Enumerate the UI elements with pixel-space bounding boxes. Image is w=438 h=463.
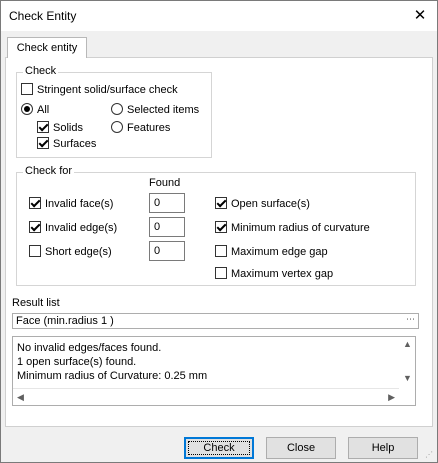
solids-checkbox[interactable] <box>37 121 49 133</box>
check-for-legend: Check for <box>23 165 75 177</box>
all-radio-option[interactable]: All <box>21 103 49 116</box>
check-for-group: Check for Found Invalid face(s) 0 Invali… <box>16 165 416 286</box>
results-text: No invalid edges/faces found. 1 open sur… <box>17 341 207 383</box>
solids-label: Solids <box>53 122 83 134</box>
invalid-edges-checkbox[interactable] <box>29 221 41 233</box>
results-textbox[interactable]: No invalid edges/faces found. 1 open sur… <box>12 336 416 406</box>
open-surfaces-label: Open surface(s) <box>231 198 310 210</box>
short-edges-found-field[interactable]: 0 <box>149 241 185 261</box>
all-label: All <box>37 104 50 116</box>
max-edge-gap-check[interactable]: Maximum edge gap <box>215 245 328 258</box>
max-vertex-gap-check[interactable]: Maximum vertex gap <box>215 267 333 280</box>
check-button[interactable]: Check <box>184 437 254 459</box>
help-button[interactable]: Help <box>348 437 418 459</box>
focus-rect <box>188 441 250 455</box>
scroll-right-icon[interactable]: ▶ <box>388 392 395 403</box>
min-radius-label: Minimum radius of curvature <box>231 222 370 234</box>
result-line: No invalid edges/faces found. <box>17 342 162 354</box>
invalid-faces-label: Invalid face(s) <box>45 198 114 210</box>
tab-panel: Check Stringent solid/surface check All … <box>5 57 433 427</box>
invalid-edges-found-field[interactable]: 0 <box>149 217 185 237</box>
resize-grip-icon[interactable]: ⋰ <box>425 450 435 460</box>
scroll-down-icon[interactable]: ▼ <box>403 373 412 383</box>
invalid-faces-found-field[interactable]: 0 <box>149 193 185 213</box>
solids-check[interactable]: Solids <box>37 121 83 134</box>
surfaces-checkbox[interactable] <box>37 137 49 149</box>
invalid-faces-checkbox[interactable] <box>29 197 41 209</box>
stringent-check[interactable]: Stringent solid/surface check <box>21 83 178 96</box>
result-line: 1 open surface(s) found. <box>17 356 137 368</box>
tab-check-entity[interactable]: Check entity <box>7 37 87 58</box>
min-radius-checkbox[interactable] <box>215 221 227 233</box>
invalid-faces-check[interactable]: Invalid face(s) <box>29 197 113 210</box>
close-button[interactable]: Close <box>266 437 336 459</box>
scroll-up-icon[interactable]: ▲ <box>403 339 412 349</box>
max-vertex-gap-checkbox[interactable] <box>215 267 227 279</box>
scroll-left-icon[interactable]: ◀ <box>17 392 24 403</box>
stringent-checkbox[interactable] <box>21 83 33 95</box>
stringent-label: Stringent solid/surface check <box>37 84 178 96</box>
found-header: Found <box>149 177 181 189</box>
surfaces-check[interactable]: Surfaces <box>37 137 96 150</box>
horizontal-scrollbar[interactable]: ◀ ▶ <box>13 388 399 405</box>
close-icon[interactable]: ✕ <box>403 1 437 31</box>
selected-items-radio[interactable] <box>111 103 123 115</box>
selected-items-radio-option[interactable]: Selected items <box>111 103 199 116</box>
title-bar: Check Entity ✕ <box>1 1 437 31</box>
check-group: Check Stringent solid/surface check All … <box>16 65 212 158</box>
invalid-edges-label: Invalid edge(s) <box>45 222 118 234</box>
result-list-label: Result list <box>12 297 60 309</box>
vertical-scrollbar[interactable]: ▲ ▼ <box>399 337 415 389</box>
short-edges-check[interactable]: Short edge(s) <box>29 245 112 258</box>
features-label: Features <box>127 122 171 134</box>
selected-items-label: Selected items <box>127 104 200 116</box>
result-line: Minimum radius of Curvature: 0.25 mm <box>17 370 208 382</box>
short-edges-label: Short edge(s) <box>45 246 112 258</box>
features-radio-option[interactable]: Features <box>111 121 170 134</box>
max-edge-gap-label: Maximum edge gap <box>231 246 328 258</box>
features-radio[interactable] <box>111 121 123 133</box>
min-radius-check[interactable]: Minimum radius of curvature <box>215 221 370 234</box>
close-button-label: Close <box>286 442 316 454</box>
all-radio[interactable] <box>21 103 33 115</box>
help-button-label: Help <box>371 442 395 454</box>
short-edges-checkbox[interactable] <box>29 245 41 257</box>
check-entity-dialog: Check Entity ✕ Check entity Check String… <box>0 0 438 463</box>
invalid-edges-check[interactable]: Invalid edge(s) <box>29 221 117 234</box>
max-edge-gap-checkbox[interactable] <box>215 245 227 257</box>
result-list-dropdown[interactable]: Face (min.radius 1 ) ⋯ <box>12 313 419 329</box>
chevron-down-icon[interactable]: ⋯ <box>406 314 415 326</box>
surfaces-label: Surfaces <box>53 138 97 150</box>
result-list-selected: Face (min.radius 1 ) <box>16 315 114 327</box>
open-surfaces-checkbox[interactable] <box>215 197 227 209</box>
max-vertex-gap-label: Maximum vertex gap <box>231 268 334 280</box>
check-group-legend: Check <box>23 65 59 77</box>
open-surfaces-check[interactable]: Open surface(s) <box>215 197 310 210</box>
window-title: Check Entity <box>9 9 77 23</box>
